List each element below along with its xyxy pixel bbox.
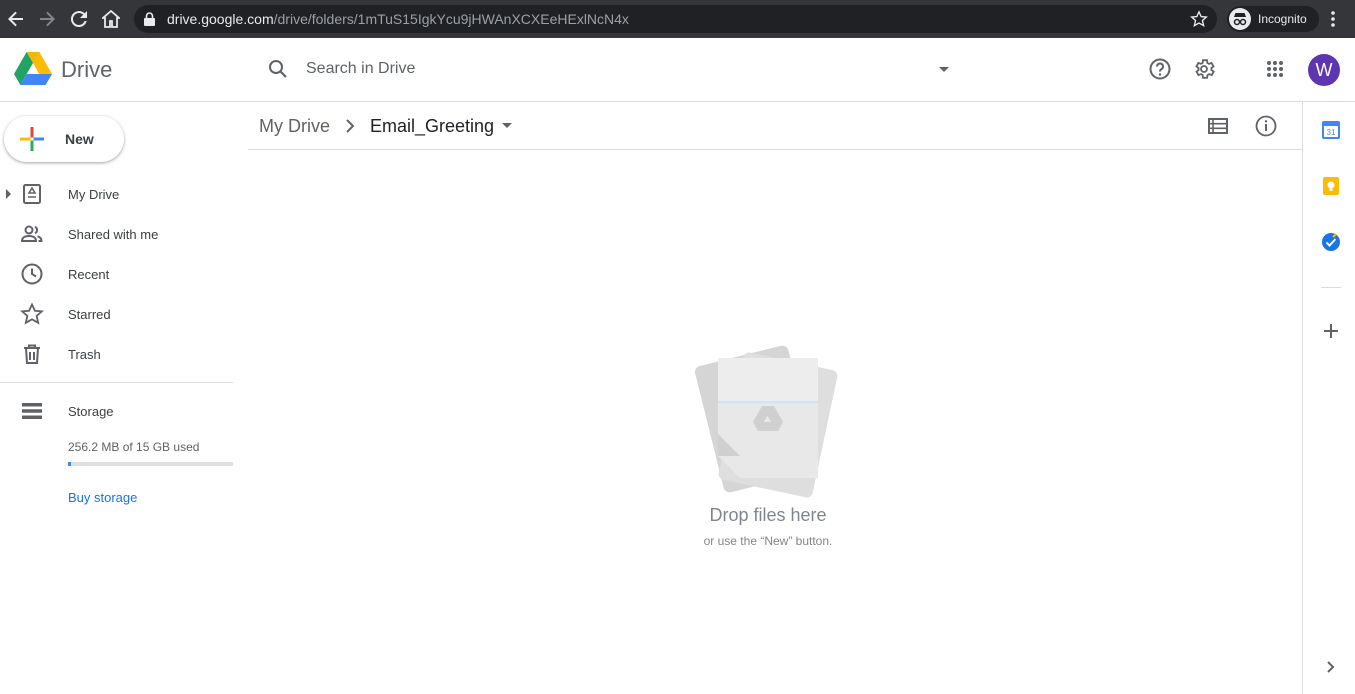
help-icon[interactable]	[1148, 57, 1172, 81]
breadcrumb: My Drive Email_Greeting	[248, 102, 1302, 150]
sidebar-item-label: Starred	[68, 307, 111, 322]
reload-icon[interactable]	[67, 7, 91, 31]
sidebar-item-my-drive[interactable]: My Drive	[0, 174, 240, 214]
chevron-right-icon	[341, 117, 359, 140]
storage-progress-bar	[68, 462, 233, 466]
forward-arrow-icon[interactable]	[35, 7, 59, 31]
breadcrumb-current-folder[interactable]: Email_Greeting	[370, 116, 494, 137]
url-text: drive.google.com/drive/folders/1mTuS15Ig…	[167, 11, 629, 27]
sidebar-divider	[0, 382, 233, 383]
calendar-icon[interactable]: 31	[1321, 120, 1341, 140]
sidebar-item-storage[interactable]: Storage	[0, 391, 240, 431]
sidebar-item-label: Shared with me	[68, 227, 159, 242]
sidebar-item-shared-with-me[interactable]: Shared with me	[0, 214, 240, 254]
browser-toolbar: drive.google.com/drive/folders/1mTuS15Ig…	[0, 0, 1355, 38]
new-button-label: New	[65, 131, 94, 147]
sidebar-item-label: Recent	[68, 267, 110, 282]
incognito-indicator[interactable]: Incognito	[1227, 6, 1319, 32]
incognito-icon	[1229, 8, 1251, 30]
sidebar-item-label: My Drive	[68, 187, 120, 202]
expand-panel-icon[interactable]	[1321, 657, 1341, 677]
side-panel: 31	[1302, 102, 1355, 694]
sidebar-item-label: Trash	[68, 347, 101, 362]
search-icon[interactable]	[266, 57, 290, 86]
breadcrumb-my-drive[interactable]: My Drive	[259, 116, 330, 137]
clock-icon	[20, 262, 44, 286]
storage-used-text: 256.2 MB of 15 GB used	[68, 440, 200, 454]
calendar-day: 31	[1327, 128, 1336, 137]
settings-gear-icon[interactable]	[1192, 57, 1216, 81]
drive-logo-icon[interactable]	[14, 52, 52, 91]
sidebar-item-starred[interactable]: Starred	[0, 294, 240, 334]
lock-icon	[144, 12, 155, 31]
list-view-icon[interactable]	[1206, 114, 1230, 138]
drop-files-illustration	[690, 340, 840, 505]
sidebar-item-trash[interactable]: Trash	[0, 334, 240, 374]
sidebar-item-recent[interactable]: Recent	[0, 254, 240, 294]
apps-grid-icon[interactable]	[1263, 57, 1287, 81]
account-avatar[interactable]: W	[1308, 54, 1340, 86]
empty-state-subtitle: or use the “New” button.	[703, 534, 833, 548]
my-drive-icon	[20, 182, 44, 206]
storage-icon	[20, 399, 44, 423]
side-panel-divider	[1321, 287, 1341, 288]
new-button[interactable]: New	[4, 116, 124, 162]
app-name[interactable]: Drive	[61, 57, 112, 83]
expand-arrow-icon[interactable]	[6, 189, 11, 199]
buy-storage-link[interactable]: Buy storage	[68, 490, 137, 505]
keep-icon[interactable]	[1321, 176, 1341, 196]
empty-state-title: Drop files here	[709, 505, 827, 525]
back-arrow-icon[interactable]	[4, 7, 28, 31]
drive-header: Drive Search in Drive W	[0, 38, 1355, 102]
info-icon[interactable]	[1254, 114, 1278, 138]
storage-label: Storage	[68, 404, 114, 419]
bookmark-star-icon[interactable]	[1190, 10, 1208, 33]
plus-icon	[20, 127, 44, 156]
trash-icon	[20, 342, 44, 366]
search-options-icon[interactable]	[934, 59, 954, 84]
search-input[interactable]: Search in Drive	[306, 60, 415, 78]
add-addon-icon[interactable]	[1321, 321, 1341, 341]
star-icon	[20, 302, 44, 326]
folder-menu-dropdown-icon[interactable]	[502, 123, 512, 128]
browser-menu-icon[interactable]	[1330, 9, 1336, 34]
shared-icon	[20, 222, 44, 246]
search-bar[interactable]: Search in Drive	[258, 46, 964, 92]
address-bar[interactable]: drive.google.com/drive/folders/1mTuS15Ig…	[134, 5, 1217, 33]
tasks-icon[interactable]	[1321, 232, 1341, 252]
home-icon[interactable]	[99, 7, 123, 31]
storage-progress-fill	[68, 462, 71, 466]
